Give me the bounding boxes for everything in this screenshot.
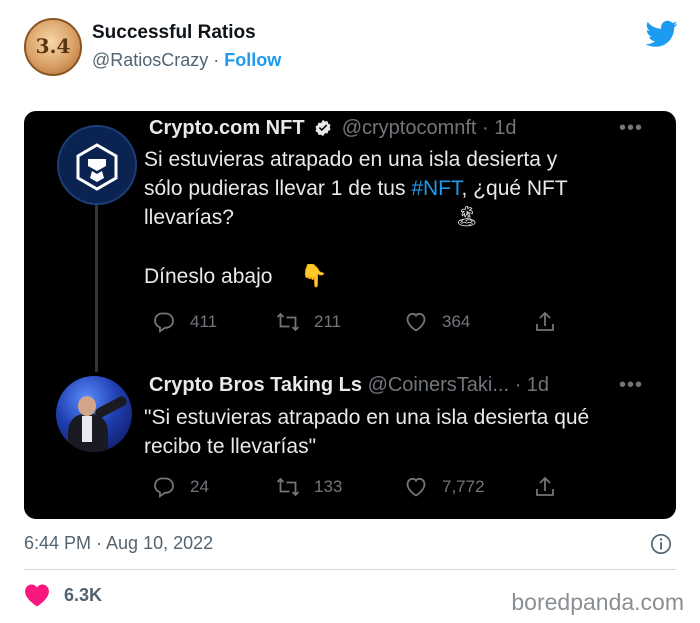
tweet2-line: "Si estuvieras atrapado en una isla desi…	[144, 406, 590, 429]
share-icon	[536, 476, 554, 496]
tweet1-line: Si estuvieras atrapado en una isla desie…	[144, 148, 558, 171]
point-down-emoji: 👇	[300, 263, 328, 288]
tweet-timestamp[interactable]: 6:44 PM · Aug 10, 2022	[24, 533, 213, 554]
share-button[interactable]	[533, 475, 571, 499]
heart-filled-icon[interactable]	[24, 583, 50, 607]
tweet1-line: Díneslo abajo 👇	[144, 261, 568, 291]
thread-connector	[95, 194, 98, 372]
tweet1-text: llevarías?	[144, 206, 234, 229]
hashtag-link[interactable]: #NFT	[411, 177, 461, 200]
retweet-button[interactable]: 211	[276, 310, 341, 334]
author-avatar[interactable]: 3.4	[24, 18, 82, 76]
follow-button[interactable]: Follow	[224, 50, 281, 70]
boredpanda-watermark: boredpanda.com	[511, 589, 684, 615]
info-icon[interactable]	[650, 533, 672, 555]
like-row[interactable]: 6.3K	[24, 583, 102, 607]
tweet1-handle[interactable]: @cryptocomnft	[342, 117, 477, 139]
reply-icon	[154, 477, 174, 498]
tweet1-more-icon[interactable]: •••	[619, 117, 643, 140]
reply-button[interactable]: 24	[152, 475, 209, 499]
island-emoji: 🏝	[454, 206, 480, 228]
retweet-count: 133	[314, 477, 343, 496]
author-handle-row: @RatiosCrazy · Follow	[92, 50, 281, 71]
tweet2-body: "Si estuvieras atrapado en una isla desi…	[144, 403, 589, 461]
tweet2-line: recibo te llevarías"	[144, 435, 317, 458]
tweet2-actions: 24 133 7,772	[152, 475, 572, 501]
retweet-icon	[276, 312, 300, 332]
like-count: 364	[442, 312, 471, 331]
reply-icon	[154, 312, 174, 333]
reply-button[interactable]: 411	[152, 310, 217, 334]
share-icon	[536, 311, 554, 331]
reply-count: 24	[190, 477, 209, 496]
tweet1-author-name[interactable]: Crypto.com NFT	[149, 117, 305, 139]
tweet1-text: sólo pudieras llevar 1 de tus	[144, 177, 412, 200]
tweet-header: 3.4 Successful Ratios @RatiosCrazy · Fol…	[0, 0, 700, 100]
tweet1-line: sólo pudieras llevar 1 de tus #NFT, ¿qué…	[144, 174, 568, 203]
tweet2-more-icon[interactable]: •••	[619, 374, 643, 397]
tweet1-text: , ¿qué NFT	[461, 177, 568, 200]
tweet1-body: Si estuvieras atrapado en una isla desie…	[144, 145, 568, 291]
tweet2-age: · 1d	[514, 374, 550, 396]
avatar-figure	[82, 416, 92, 442]
retweet-icon	[276, 477, 300, 497]
crypto-com-logo-icon	[76, 143, 118, 191]
reply-count: 411	[190, 312, 218, 331]
tweet1-actions: 411 211 364	[152, 310, 572, 336]
crypto-com-avatar[interactable]	[57, 125, 137, 205]
tweet2-header: Crypto Bros Taking Ls @CoinersTaki... · …	[149, 374, 549, 397]
outer-like-count: 6.3K	[64, 584, 103, 605]
heart-outline-icon	[406, 477, 426, 497]
tweet1-age: · 1d	[482, 117, 517, 139]
avatar-figure	[78, 396, 96, 416]
avatar-ratio-text: 3.4	[35, 34, 71, 58]
like-count: 7,772	[442, 477, 485, 496]
tweet2-author-name[interactable]: Crypto Bros Taking Ls	[149, 374, 362, 396]
tweet1-text: Díneslo abajo	[144, 265, 273, 288]
tweet1-header: Crypto.com NFT @cryptocomnft · 1d	[149, 117, 517, 140]
verified-badge-icon	[315, 119, 331, 137]
author-handle[interactable]: @RatiosCrazy	[92, 50, 208, 70]
divider	[24, 569, 676, 570]
embedded-screenshot: Crypto.com NFT @cryptocomnft · 1d ••• Si…	[24, 111, 676, 519]
like-button[interactable]: 364	[404, 310, 470, 334]
share-button[interactable]	[533, 310, 571, 334]
tweet1-line: llevarías? 🏝	[144, 203, 568, 232]
twitter-bird-icon[interactable]	[646, 20, 678, 48]
like-button[interactable]: 7,772	[404, 475, 485, 499]
heart-outline-icon	[406, 312, 426, 332]
retweet-count: 211	[314, 312, 342, 331]
crypto-bros-avatar[interactable]	[56, 376, 132, 452]
retweet-button[interactable]: 133	[276, 475, 342, 499]
author-name[interactable]: Successful Ratios	[92, 22, 256, 44]
tweet2-handle[interactable]: @CoinersTaki...	[368, 374, 509, 396]
handle-separator: ·	[208, 50, 225, 70]
avatar-figure	[93, 394, 129, 420]
